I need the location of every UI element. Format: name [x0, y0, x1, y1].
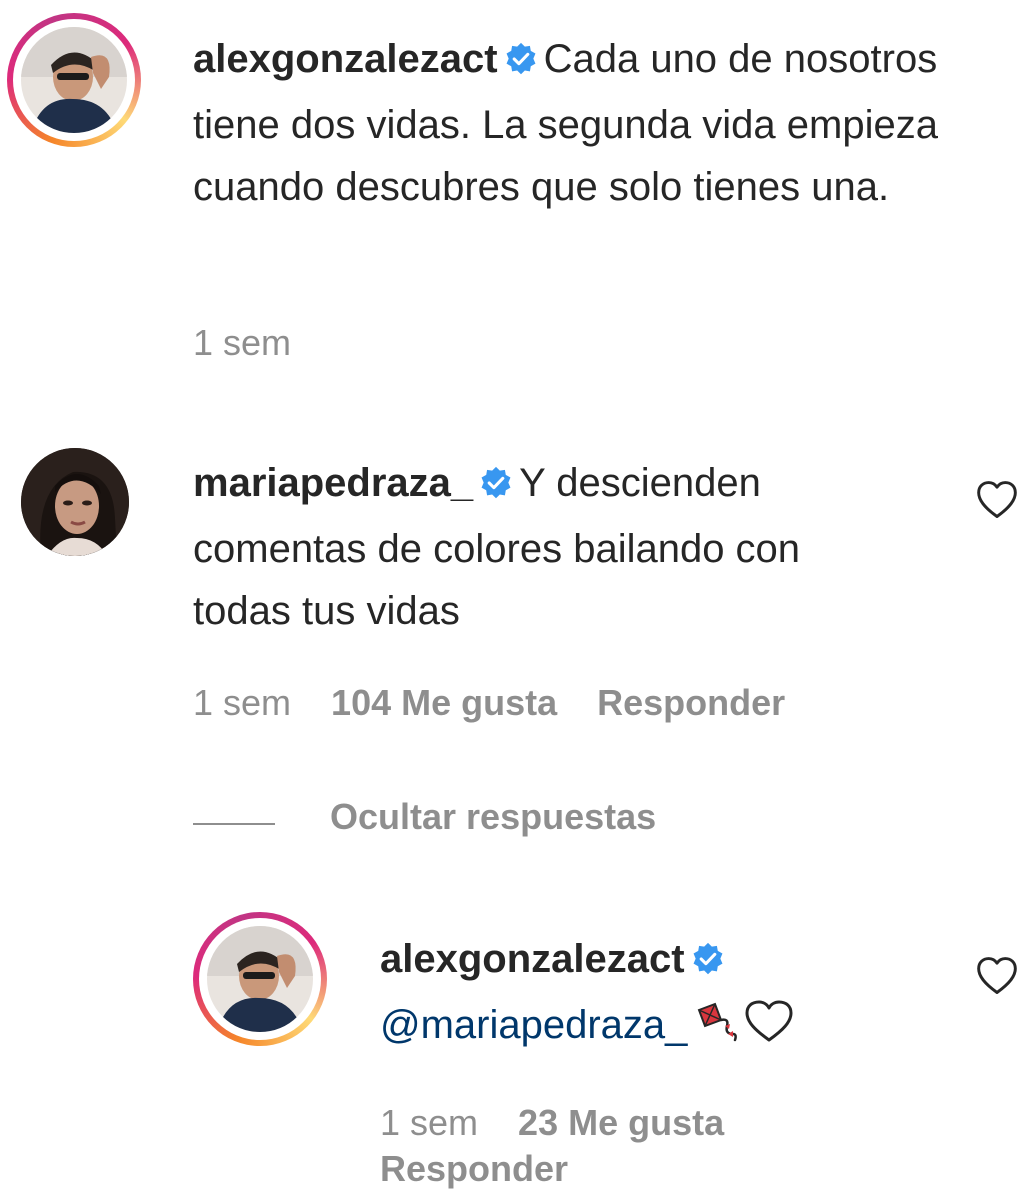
avatar-mariapedraza[interactable] [21, 448, 129, 556]
like-reply-heart-icon[interactable] [975, 954, 1019, 998]
caption-username[interactable]: alexgonzalezact [193, 37, 498, 81]
reply-text-block: alexgonzalezact @mariapedraza_ [380, 928, 940, 1062]
verified-icon [691, 932, 725, 994]
reply-meta: 1 sem 23 Me gusta Responder [380, 1100, 800, 1192]
kite-emoji [695, 1000, 739, 1062]
caption-meta: 1 sem [193, 322, 331, 364]
comment-username[interactable]: mariapedraza_ [193, 461, 473, 505]
comment-likes[interactable]: 104 Me gusta [331, 682, 557, 723]
white-heart-emoji [743, 998, 795, 1062]
hide-replies-button[interactable]: Ocultar respuestas [330, 796, 656, 838]
reply-likes[interactable]: 23 Me gusta [518, 1102, 724, 1143]
comment-text-block: mariapedraza_ Y descienden comentas de co… [193, 452, 893, 642]
avatar-ring-caption[interactable] [7, 13, 141, 147]
reply-username[interactable]: alexgonzalezact [380, 937, 685, 981]
comment-meta: 1 sem 104 Me gusta Responder [193, 682, 825, 724]
avatar-ring-reply[interactable] [193, 912, 327, 1046]
comment-time[interactable]: 1 sem [193, 682, 291, 723]
reply-time[interactable]: 1 sem [380, 1102, 478, 1143]
reply-mention[interactable]: @mariapedraza_ [380, 1003, 687, 1047]
avatar-alexgonzalezact [21, 27, 127, 133]
like-comment-heart-icon[interactable] [975, 478, 1019, 522]
verified-icon [504, 32, 538, 94]
caption-time[interactable]: 1 sem [193, 322, 291, 363]
verified-icon [479, 456, 513, 518]
comment-reply-button[interactable]: Responder [597, 682, 785, 723]
avatar-alexgonzalezact-reply [207, 926, 313, 1032]
reply-reply-button[interactable]: Responder [380, 1148, 568, 1189]
caption-text-block: alexgonzalezact Cada uno de nosotros tien… [193, 28, 993, 218]
hide-replies-divider [193, 823, 275, 825]
